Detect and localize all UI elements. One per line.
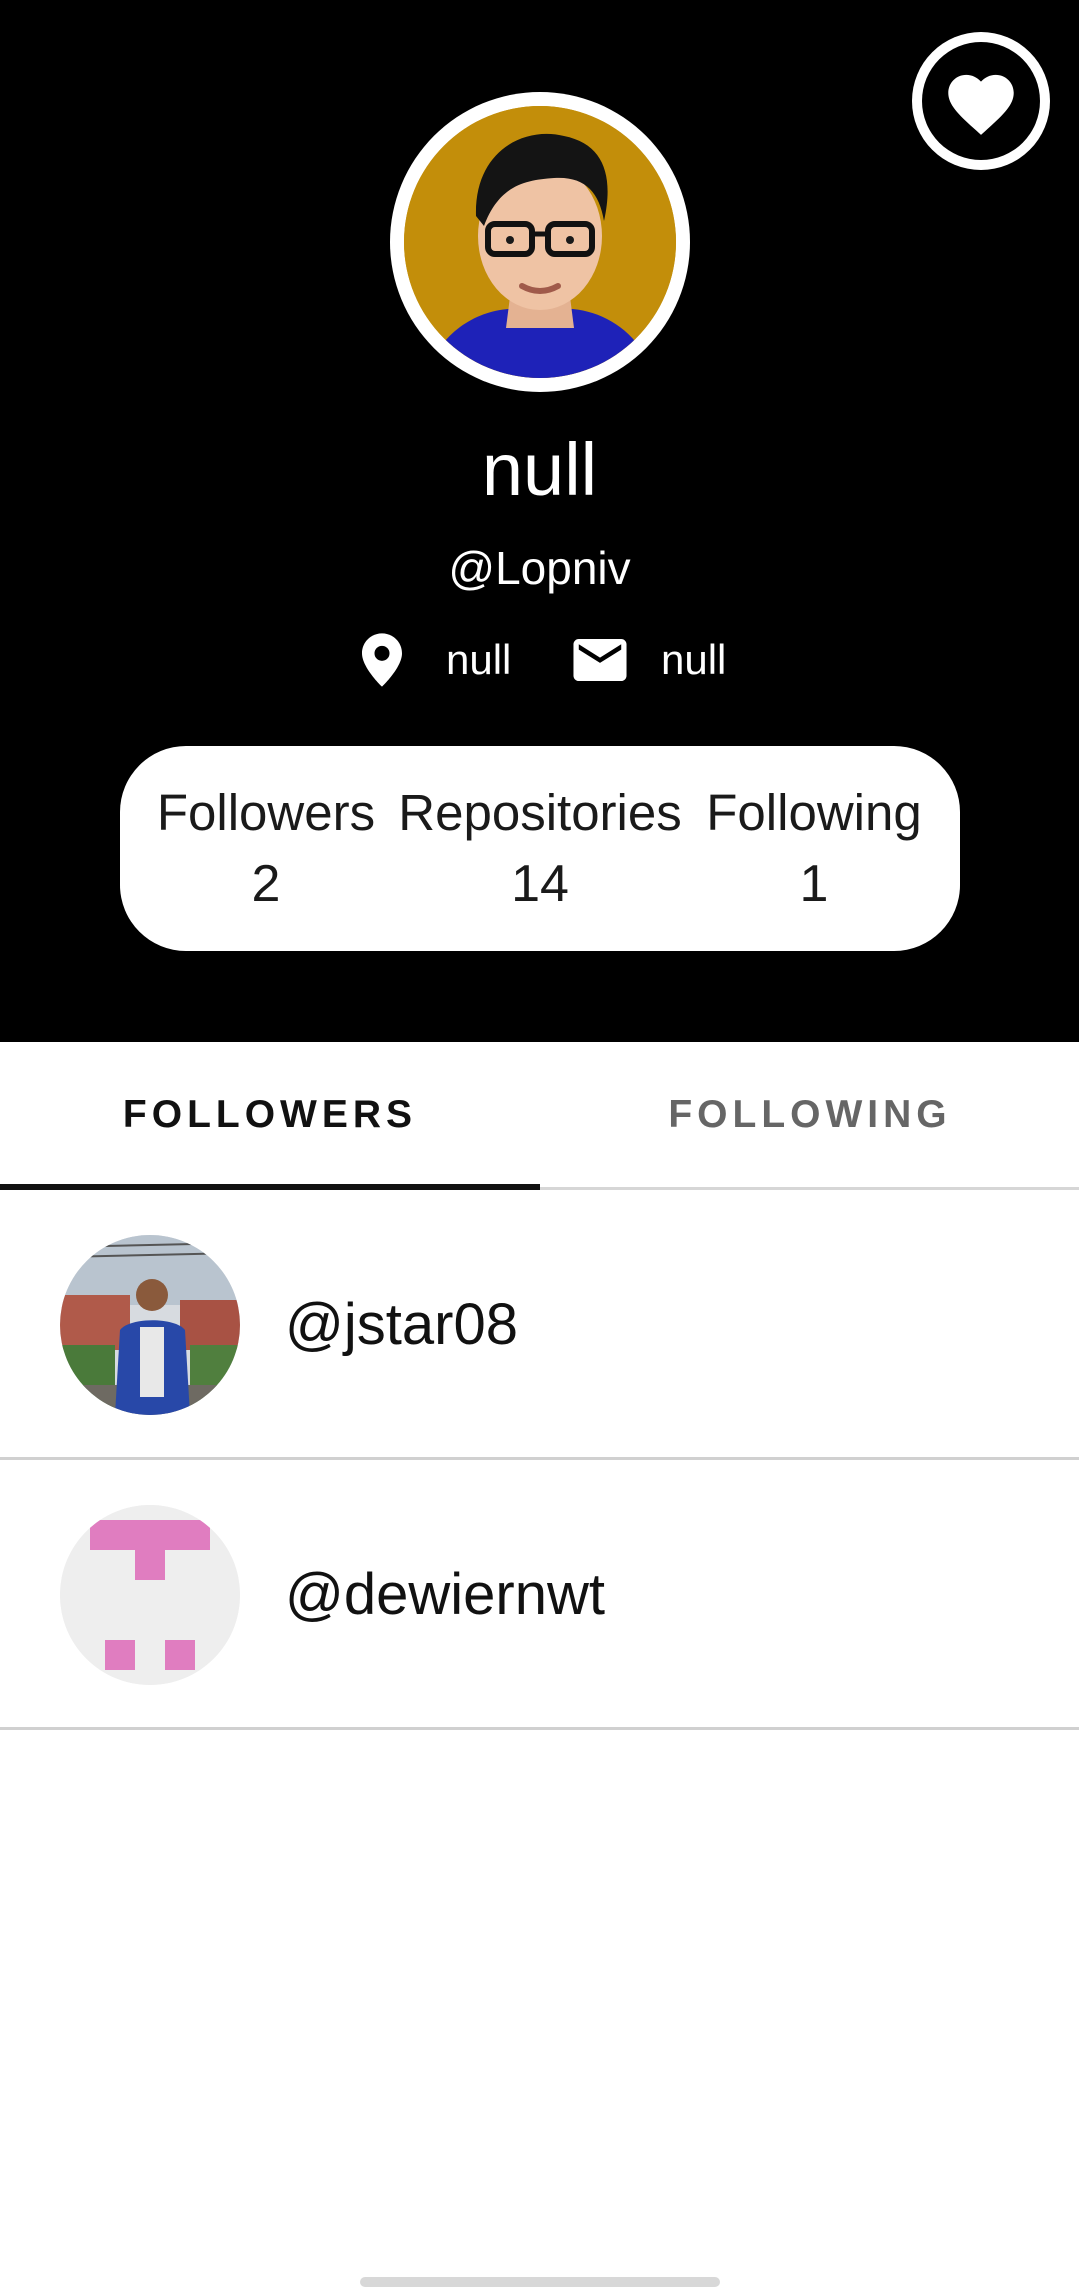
location-info: null (362, 630, 511, 690)
following-stat-value: 1 (799, 855, 829, 913)
followers-stat-label: Followers (156, 784, 376, 841)
location-pin-icon (362, 633, 402, 687)
following-stat[interactable]: Following 1 (696, 782, 932, 916)
email-info: null (573, 630, 726, 690)
profile-info-row: null null (0, 630, 1079, 690)
heart-icon (948, 74, 1014, 135)
following-stat-label: Following (706, 784, 922, 841)
repositories-stat[interactable]: Repositories 14 (390, 782, 690, 916)
profile-header: null @Lopniv null null Followers 2 Repos… (0, 0, 1079, 1042)
profile-avatar-image (404, 106, 676, 378)
follower-login: @jstar08 (285, 1292, 518, 1357)
profile-avatar (390, 92, 690, 392)
tab-bar: FOLLOWERS FOLLOWING (0, 1042, 1079, 1190)
followers-stat-value: 2 (251, 855, 281, 913)
email-icon (573, 639, 627, 681)
repositories-stat-value: 14 (511, 855, 569, 913)
tab-followers[interactable]: FOLLOWERS (0, 1042, 540, 1187)
avatar-illustration (404, 106, 676, 378)
location-text: null (446, 636, 512, 683)
profile-name: null (481, 428, 598, 511)
stats-card: Followers 2 Repositories 14 Following 1 (120, 746, 960, 951)
photo-avatar (60, 1235, 240, 1415)
identicon-avatar (60, 1505, 240, 1685)
list-item[interactable]: @jstar08 (0, 1190, 1079, 1460)
favorite-button[interactable] (912, 32, 1050, 170)
home-indicator[interactable] (360, 2277, 720, 2287)
follower-login: @dewiernwt (285, 1562, 605, 1627)
list-item[interactable]: @dewiernwt (0, 1460, 1079, 1730)
email-text: null (661, 636, 727, 683)
tab-following[interactable]: FOLLOWING (540, 1042, 1079, 1187)
repositories-stat-label: Repositories (398, 784, 682, 841)
followers-stat[interactable]: Followers 2 (150, 782, 382, 916)
profile-login: @Lopniv (448, 542, 631, 594)
favorite-button-inner (922, 42, 1040, 160)
